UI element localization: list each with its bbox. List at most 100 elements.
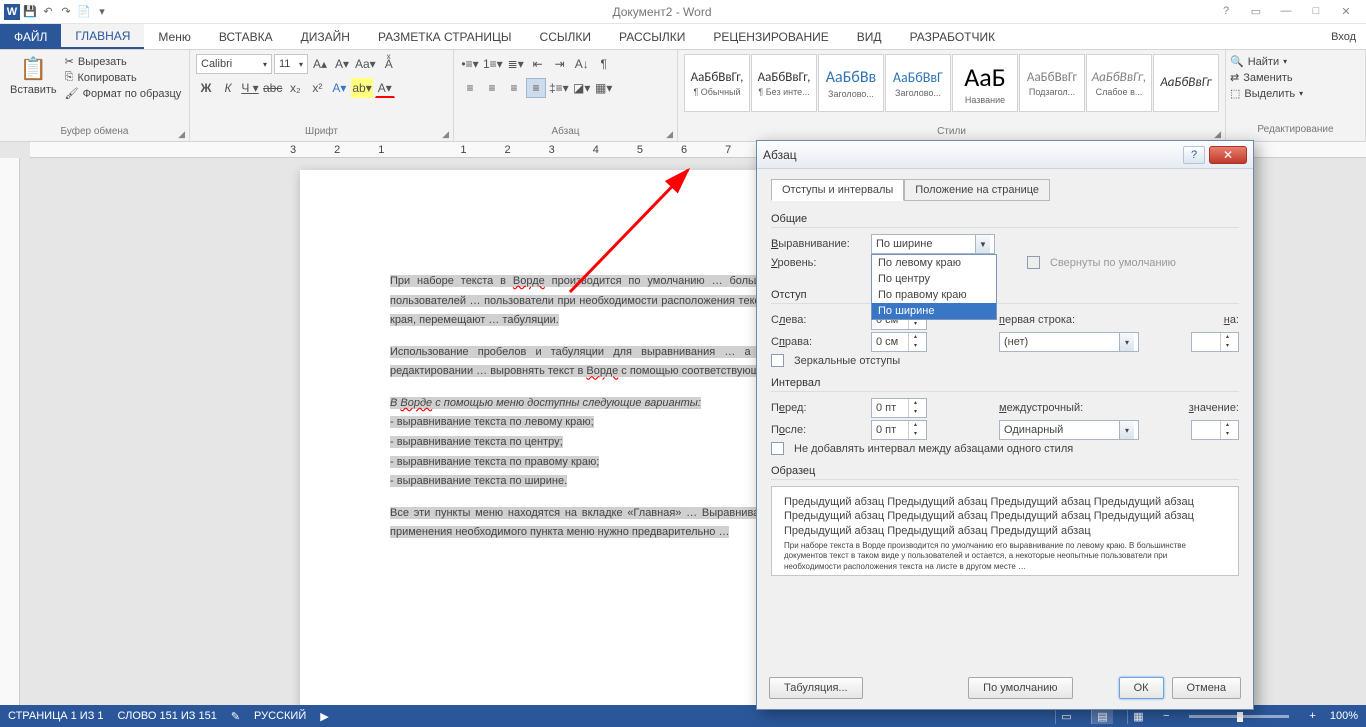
align-right-button[interactable]: ≡ — [504, 78, 524, 98]
sign-in[interactable]: Вход — [1321, 24, 1366, 49]
shading-button[interactable]: ◪▾ — [572, 78, 592, 98]
tab-menu[interactable]: Меню — [144, 24, 204, 49]
clear-format-button[interactable]: Aͯ — [379, 54, 399, 74]
text-effects-button[interactable]: A▾ — [329, 78, 349, 98]
web-layout-icon[interactable]: ▦ — [1127, 708, 1149, 724]
style-item[interactable]: АаБбВвГг,¶ Без инте... — [751, 54, 817, 112]
before-spinner[interactable]: 0 пт▴▾ — [871, 398, 927, 418]
dialog-titlebar[interactable]: Абзац ? ✕ — [757, 141, 1253, 169]
align-option-justify[interactable]: По ширине — [872, 303, 996, 319]
spin-down-icon[interactable]: ▾ — [908, 408, 922, 417]
font-name-selector[interactable]: Calibri▾ — [196, 54, 272, 74]
italic-button[interactable]: К — [218, 78, 238, 98]
cut-button[interactable]: ✂Вырезать — [65, 54, 182, 69]
spin-down-icon[interactable]: ▾ — [908, 342, 922, 351]
bold-button[interactable]: Ж — [196, 78, 216, 98]
status-language[interactable]: РУССКИЙ — [254, 710, 306, 722]
chevron-down-icon[interactable]: ▼ — [975, 235, 990, 253]
new-doc-icon[interactable]: 📄 — [76, 4, 92, 20]
read-mode-icon[interactable]: ▭ — [1055, 708, 1077, 724]
proofing-icon[interactable]: ✎ — [231, 710, 240, 723]
font-size-selector[interactable]: 11▾ — [274, 54, 308, 74]
paste-button[interactable]: 📋 Вставить — [6, 54, 61, 98]
dialog-close-icon[interactable]: ✕ — [1209, 146, 1247, 164]
style-item[interactable]: АаБбВвЗаголово... — [818, 54, 884, 112]
underline-button[interactable]: Ч ▾ — [240, 78, 260, 98]
bullets-button[interactable]: •≡▾ — [460, 54, 480, 74]
ok-button[interactable]: ОК — [1119, 677, 1164, 699]
tab-developer[interactable]: РАЗРАБОТЧИК — [896, 24, 1010, 49]
align-justify-button[interactable]: ≡ — [526, 78, 546, 98]
spin-down-icon[interactable]: ▾ — [1220, 342, 1234, 351]
dialog-tab-position[interactable]: Положение на странице — [904, 179, 1050, 201]
spin-up-icon[interactable]: ▴ — [1220, 421, 1234, 430]
zoom-slider[interactable] — [1189, 715, 1289, 718]
line-spacing-button[interactable]: ‡≡▾ — [548, 78, 570, 98]
help-icon[interactable]: ? — [1214, 5, 1238, 18]
highlight-button[interactable]: ab▾ — [351, 78, 372, 98]
tab-layout[interactable]: РАЗМЕТКА СТРАНИЦЫ — [364, 24, 526, 49]
paragraph-launcher-icon[interactable]: ◢ — [664, 129, 675, 140]
subscript-button[interactable]: x₂ — [285, 78, 305, 98]
align-option-left[interactable]: По левому краю — [872, 255, 996, 271]
style-item[interactable]: АаБНазвание — [952, 54, 1018, 112]
spin-up-icon[interactable]: ▴ — [908, 333, 922, 342]
style-item[interactable]: АаБбВвГг — [1153, 54, 1219, 112]
style-item[interactable]: АаБбВвГг,¶ Обычный — [684, 54, 750, 112]
find-button[interactable]: 🔍Найти▾ — [1230, 54, 1361, 69]
dialog-tab-indents[interactable]: Отступы и интервалы — [771, 179, 904, 201]
firstline-on-spinner[interactable]: ▴▾ — [1191, 332, 1239, 352]
spin-down-icon[interactable]: ▾ — [908, 320, 922, 329]
save-icon[interactable]: 💾 — [22, 4, 38, 20]
style-item[interactable]: АаБбВвГг,Слабое в... — [1086, 54, 1152, 112]
after-spinner[interactable]: 0 пт▴▾ — [871, 420, 927, 440]
multilevel-button[interactable]: ≣▾ — [506, 54, 526, 74]
tab-review[interactable]: РЕЦЕНЗИРОВАНИЕ — [699, 24, 842, 49]
superscript-button[interactable]: x² — [307, 78, 327, 98]
vertical-ruler[interactable] — [0, 158, 20, 705]
ribbon-options-icon[interactable]: ▭ — [1244, 5, 1268, 18]
close-icon[interactable]: ✕ — [1334, 5, 1358, 18]
indent-right-spinner[interactable]: 0 см▴▾ — [871, 332, 927, 352]
clipboard-launcher-icon[interactable]: ◢ — [176, 129, 187, 140]
spin-down-icon[interactable]: ▾ — [908, 430, 922, 439]
chevron-down-icon[interactable]: ▾ — [1119, 333, 1134, 351]
tab-home[interactable]: ГЛАВНАЯ — [61, 24, 144, 49]
spin-up-icon[interactable]: ▴ — [1220, 333, 1234, 342]
zoom-in-icon[interactable]: + — [1309, 710, 1315, 722]
tab-mailings[interactable]: РАССЫЛКИ — [605, 24, 699, 49]
print-layout-icon[interactable]: ▤ — [1091, 708, 1113, 724]
zoom-value[interactable]: 100% — [1330, 710, 1358, 722]
zoom-thumb[interactable] — [1237, 712, 1243, 722]
firstline-combo[interactable]: (нет)▾ — [999, 332, 1139, 352]
align-option-right[interactable]: По правому краю — [872, 287, 996, 303]
styles-launcher-icon[interactable]: ◢ — [1212, 129, 1223, 140]
font-color-button[interactable]: A▾ — [375, 78, 395, 98]
nospace-checkbox[interactable] — [771, 442, 784, 455]
change-case-button[interactable]: Aa▾ — [354, 54, 377, 74]
numbering-button[interactable]: 1≡▾ — [482, 54, 504, 74]
dialog-help-icon[interactable]: ? — [1183, 146, 1205, 164]
chevron-down-icon[interactable]: ▾ — [1119, 421, 1134, 439]
style-item[interactable]: АаБбВвГЗаголово... — [885, 54, 951, 112]
shrink-font-button[interactable]: A▾ — [332, 54, 352, 74]
tabs-button[interactable]: Табуляция... — [769, 677, 863, 699]
align-option-center[interactable]: По центру — [872, 271, 996, 287]
font-launcher-icon[interactable]: ◢ — [440, 129, 451, 140]
redo-icon[interactable]: ↷ — [58, 4, 74, 20]
tab-design[interactable]: ДИЗАЙН — [287, 24, 364, 49]
spin-up-icon[interactable]: ▴ — [908, 421, 922, 430]
borders-button[interactable]: ▦▾ — [594, 78, 614, 98]
spin-down-icon[interactable]: ▾ — [1220, 430, 1234, 439]
minimize-icon[interactable]: — — [1274, 5, 1298, 18]
default-button[interactable]: По умолчанию — [968, 677, 1072, 699]
show-marks-button[interactable]: ¶ — [594, 54, 614, 74]
macro-icon[interactable]: ▶ — [320, 710, 328, 723]
copy-button[interactable]: ⎘Копировать — [65, 70, 182, 85]
spin-up-icon[interactable]: ▴ — [908, 399, 922, 408]
undo-icon[interactable]: ↶ — [40, 4, 56, 20]
format-painter-button[interactable]: 🖌Формат по образцу — [65, 86, 182, 101]
sort-button[interactable]: A↓ — [572, 54, 592, 74]
increase-indent-button[interactable]: ⇥ — [550, 54, 570, 74]
align-center-button[interactable]: ≡ — [482, 78, 502, 98]
